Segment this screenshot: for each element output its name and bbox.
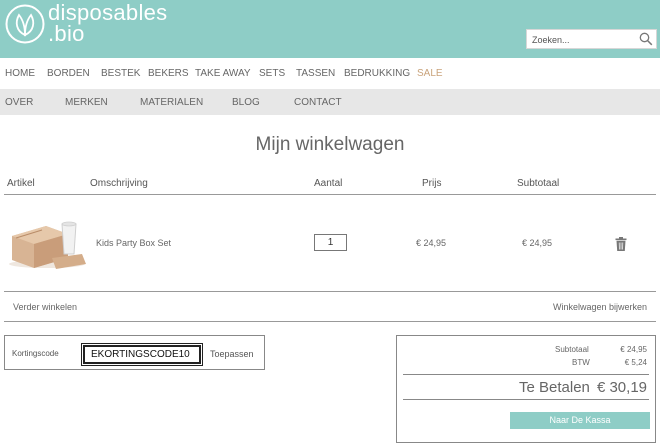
nav-item-blog[interactable]: BLOG [232,97,260,108]
leaf-logo-icon[interactable] [5,4,45,44]
items-divider [4,291,656,292]
grand-total-value: € 30,19 [596,379,647,396]
continue-shopping-link[interactable]: Verder winkelen [13,302,77,312]
site-header: disposables .bio [0,0,660,58]
subtotal-value: € 24,95 [620,345,647,354]
nav-item-take-away[interactable]: TAKE AWAY [195,68,251,79]
nav-item-tassen[interactable]: TASSEN [296,68,335,79]
tax-value: € 5,24 [624,358,647,367]
tax-label: BTW [572,358,590,367]
nav-item-borden[interactable]: BORDEN [47,68,90,79]
cart-item-price: € 24,95 [416,238,447,248]
coupon-label: Kortingscode [12,349,59,358]
actions-divider [4,321,656,322]
totals-divider-bottom [403,399,649,400]
header-divider [4,194,656,195]
brand-logo[interactable]: disposables .bio [48,2,168,46]
search-icon[interactable] [639,32,653,46]
nav-item-bekers[interactable]: BEKERS [148,68,189,79]
nav-item-contact[interactable]: CONTACT [294,97,342,108]
subtotal-label: Subtotaal [555,345,589,354]
nav-item-over[interactable]: OVER [5,97,33,108]
checkout-button[interactable]: Naar De Kassa [510,412,650,429]
nav-item-sale[interactable]: SALE [417,68,443,79]
nav-item-materialen[interactable]: MATERIALEN [140,97,203,108]
brand-tld: .bio [48,21,85,46]
coupon-box: Kortingscode EKORTINGSCODE10 Toepassen [4,335,265,370]
primary-nav: HOME BORDEN BESTEK BEKERS TAKE AWAY SETS… [0,58,660,89]
secondary-nav: OVER MERKEN MATERIALEN BLOG CONTACT [0,89,660,115]
cart-item-description[interactable]: Kids Party Box Set [96,238,171,248]
column-header-description: Omschrijving [90,178,148,189]
quantity-input[interactable]: 1 [314,234,347,251]
column-header-article: Artikel [7,178,35,189]
kids-party-box-image[interactable] [6,214,88,270]
apply-coupon-button[interactable]: Toepassen [210,349,254,359]
nav-item-home[interactable]: HOME [5,68,35,79]
search-box [526,29,657,49]
grand-total-label: Te Betalen [519,379,590,396]
column-header-price: Prijs [422,178,442,189]
trash-icon[interactable] [615,237,627,251]
nav-item-sets[interactable]: SETS [259,68,285,79]
totals-divider-top [403,374,649,375]
page-title: Mijn winkelwagen [255,134,405,155]
column-header-quantity: Aantal [314,178,343,189]
column-header-subtotal: Subtotaal [517,178,560,189]
cart-item-subtotal: € 24,95 [522,238,553,248]
nav-item-bedrukking[interactable]: BEDRUKKING [344,68,410,79]
update-cart-link[interactable]: Winkelwagen bijwerken [553,302,647,312]
order-totals: Subtotaal € 24,95 BTW € 5,24 Te Betalen … [396,335,656,443]
nav-item-bestek[interactable]: BESTEK [101,68,140,79]
nav-item-merken[interactable]: MERKEN [65,97,108,108]
search-input[interactable] [527,31,635,49]
coupon-input[interactable]: EKORTINGSCODE10 [81,343,203,366]
